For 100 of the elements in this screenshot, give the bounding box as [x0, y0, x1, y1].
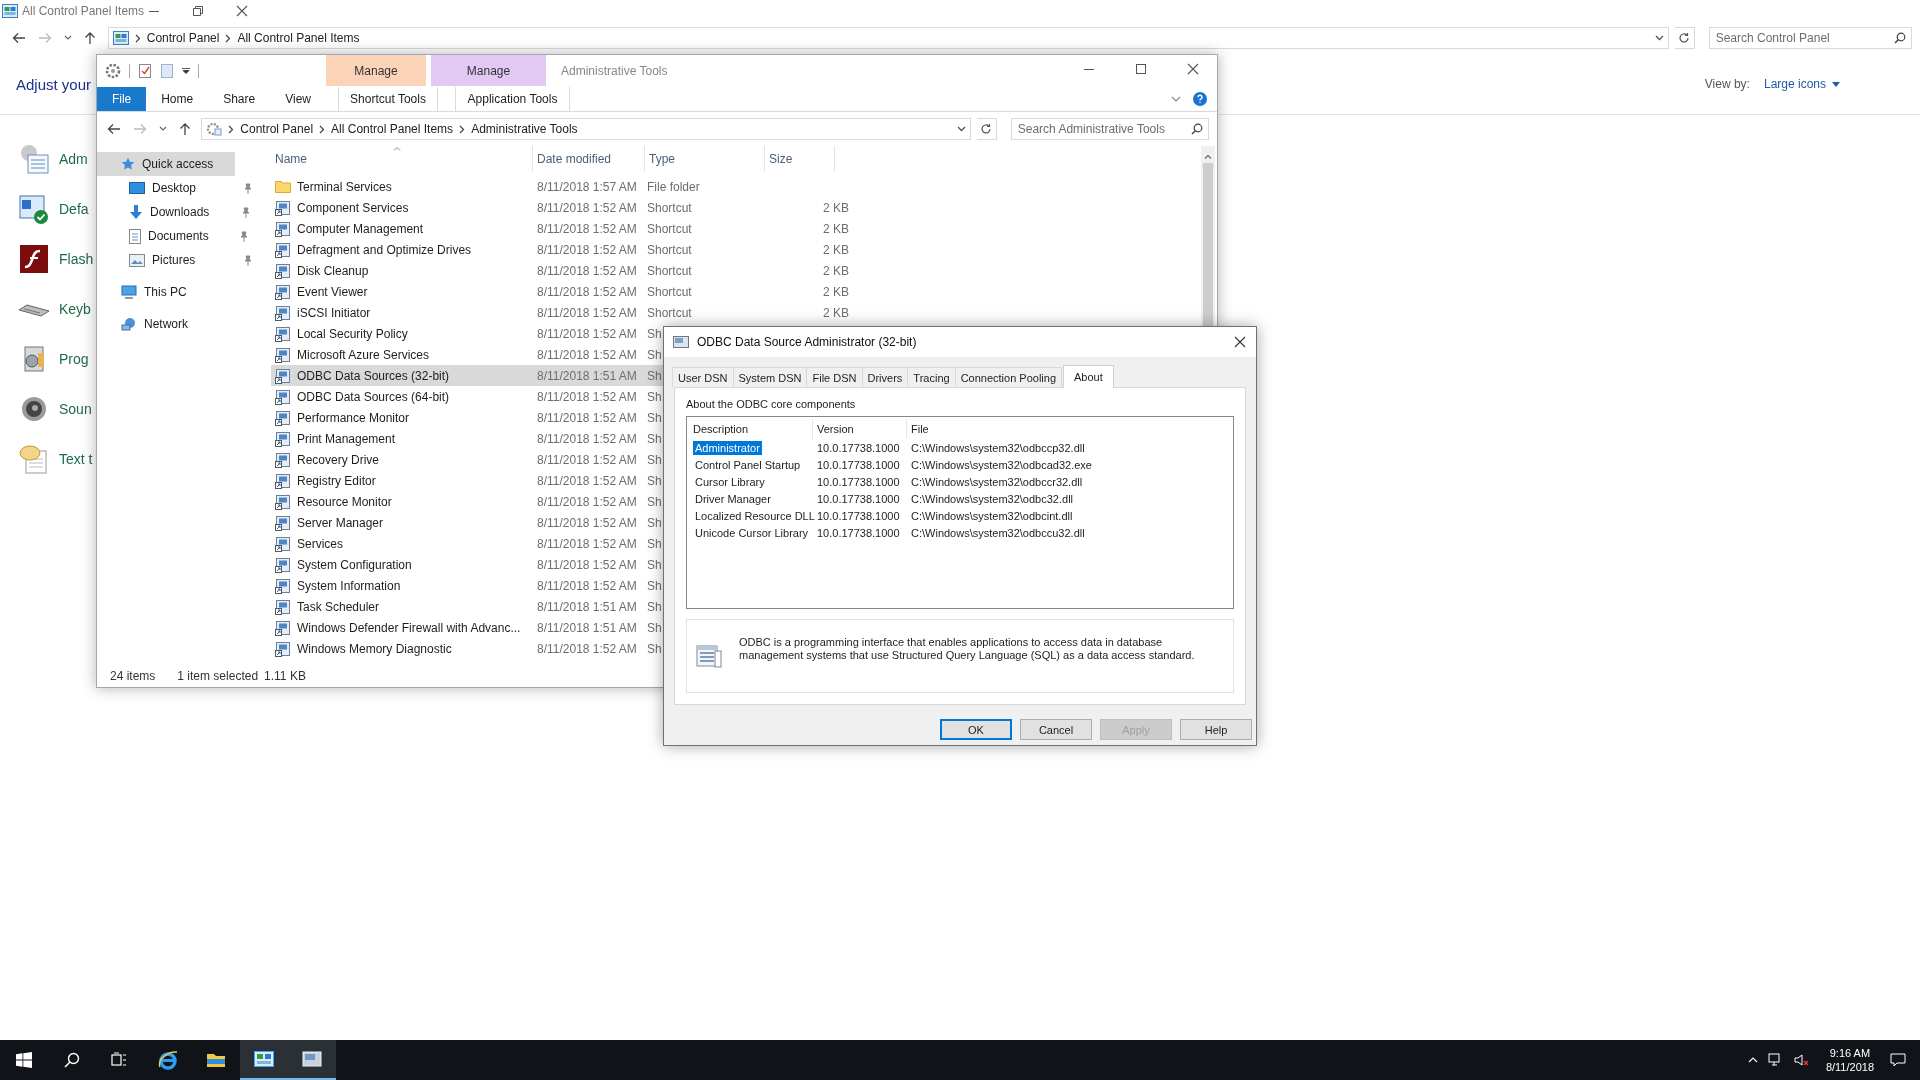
nav-item[interactable]: Pictures: [97, 248, 253, 272]
chevron-up-icon[interactable]: [1747, 1057, 1758, 1063]
tab[interactable]: Connection Pooling: [954, 367, 1063, 387]
table-cell-text: 8/11/2018 1:52 AM: [536, 200, 638, 215]
gear-icon[interactable]: [105, 63, 121, 79]
up-arrow-icon[interactable]: [84, 31, 96, 45]
tab[interactable]: About: [1063, 365, 1114, 388]
file-row[interactable]: Defragment and Optimize Drives 8/11/2018 1:52 AM Shortcut 2 KB: [271, 239, 851, 260]
file-row[interactable]: System Information 8/11/2018 1:52 AM Sh: [271, 575, 851, 596]
file-row[interactable]: Windows Defender Firewall with Advanc... 8/11/2018 1:51 AM Sh: [271, 617, 851, 638]
file-row[interactable]: Task Scheduler 8/11/2018 1:51 AM Sh: [271, 596, 851, 617]
clock-time: 9:16 AM: [1829, 1046, 1871, 1060]
breadcrumb-item[interactable]: Control Panel: [146, 31, 220, 45]
list-item[interactable]: Administrator: [693, 440, 762, 455]
dropdown-caret-icon[interactable]: [957, 126, 967, 132]
control-panel-icon: [112, 31, 129, 45]
close-icon[interactable]: [1234, 336, 1246, 348]
list-item[interactable]: Unicode Cursor Library: [693, 525, 811, 540]
file-tab[interactable]: File: [97, 87, 147, 111]
maximize-icon[interactable]: [1135, 63, 1147, 75]
taskbar-button[interactable]: [240, 1040, 288, 1080]
file-name: Local Security Policy: [297, 326, 408, 341]
address-bar[interactable]: Control Panel All Control Panel Items Administrative Tools: [201, 118, 972, 140]
view-by-dropdown[interactable]: Large icons: [1763, 77, 1840, 91]
dropdown-caret-icon[interactable]: [182, 68, 190, 74]
taskbar-button[interactable]: [288, 1040, 336, 1080]
applet-link[interactable]: Prog: [59, 351, 89, 367]
restore-icon[interactable]: [192, 5, 205, 17]
applet-link[interactable]: Text t: [59, 451, 93, 467]
ribbon-tab[interactable]: Shortcut Tools: [338, 87, 438, 111]
dropdown-caret-icon[interactable]: [1654, 35, 1664, 41]
column-header[interactable]: Version: [813, 419, 907, 439]
refresh-icon[interactable]: [1678, 32, 1691, 44]
dropdown-caret-icon[interactable]: [159, 126, 167, 132]
file-row[interactable]: iSCSI Initiator 8/11/2018 1:52 AM Shortcut 2 KB: [271, 302, 851, 323]
back-arrow-icon[interactable]: [12, 32, 26, 44]
file-row[interactable]: System Configuration 8/11/2018 1:52 AM Sh: [271, 554, 851, 575]
nav-item[interactable]: Desktop: [97, 176, 253, 200]
breadcrumb-item[interactable]: All Control Panel Items: [331, 122, 454, 136]
close-icon[interactable]: [236, 5, 249, 17]
list-item[interactable]: Cursor Library: [693, 474, 767, 489]
notification-icon[interactable]: [1890, 1053, 1906, 1067]
column-header[interactable]: File: [907, 419, 1207, 439]
refresh-icon[interactable]: [980, 123, 993, 135]
nav-item[interactable]: Quick access: [97, 152, 235, 176]
dialog-button[interactable]: OK: [940, 719, 1012, 740]
file-row[interactable]: Computer Management 8/11/2018 1:52 AM Shortcut 2 KB: [271, 218, 851, 239]
address-bar[interactable]: Control Panel All Control Panel Items: [107, 27, 1669, 49]
ribbon-tab[interactable]: Home: [146, 87, 209, 111]
dialog-button[interactable]: Help: [1180, 719, 1252, 740]
breadcrumb-item[interactable]: Administrative Tools: [471, 122, 578, 136]
ribbon-tab[interactable]: Application Tools: [455, 87, 570, 111]
up-arrow-icon[interactable]: [179, 122, 191, 136]
file-row[interactable]: Component Services 8/11/2018 1:52 AM Shortcut 2 KB: [271, 197, 851, 218]
list-item[interactable]: Localized Resource DLL: [693, 508, 817, 523]
scroll-up-icon[interactable]: [1204, 154, 1212, 159]
file-row[interactable]: Terminal Services 8/11/2018 1:57 AM File folder: [271, 176, 851, 197]
help-icon[interactable]: [1193, 92, 1207, 106]
search-icon[interactable]: [1894, 32, 1906, 44]
column-header[interactable]: Type: [645, 146, 765, 172]
control-panel-icon: [254, 1051, 274, 1067]
search-icon[interactable]: [1191, 123, 1203, 135]
applet-link[interactable]: Soun: [59, 401, 92, 417]
muted-speaker-icon[interactable]: [1793, 1053, 1810, 1067]
breadcrumb-item[interactable]: Control Panel: [240, 122, 314, 136]
ribbon-tab[interactable]: View: [270, 87, 326, 111]
tab[interactable]: Tracing: [907, 367, 956, 387]
gear-checklist-icon: [18, 143, 50, 175]
close-icon[interactable]: [1187, 63, 1199, 75]
back-arrow-icon[interactable]: [107, 123, 121, 135]
applet-link[interactable]: Adm: [59, 151, 88, 167]
dialog-button[interactable]: Cancel: [1020, 719, 1092, 740]
list-item[interactable]: Control Panel Startup: [693, 457, 803, 472]
applet-link[interactable]: Defa: [59, 201, 89, 217]
table-cell: Shortcut: [647, 221, 692, 236]
file-row[interactable]: Event Viewer 8/11/2018 1:52 AM Shortcut 2 KB: [271, 281, 851, 302]
clock[interactable]: 9:16 AM 8/11/2018: [1825, 1046, 1874, 1074]
column-header[interactable]: Description: [687, 419, 813, 439]
nav-item[interactable]: Downloads: [97, 200, 253, 224]
nav-item[interactable]: This PC: [97, 280, 253, 304]
dropdown-caret-icon[interactable]: [64, 35, 72, 41]
search-field[interactable]: Search Control Panel: [1708, 27, 1912, 49]
properties-check-icon[interactable]: [138, 63, 152, 79]
search-field[interactable]: Search Administrative Tools: [1010, 118, 1209, 140]
column-header[interactable]: Name: [271, 146, 533, 172]
ribbon-tab[interactable]: Share: [208, 87, 271, 111]
table-cell: Sh: [647, 641, 662, 656]
nav-item[interactable]: Network: [97, 312, 253, 336]
list-item[interactable]: Driver Manager: [693, 491, 773, 506]
nav-item[interactable]: Documents: [97, 224, 253, 248]
column-header[interactable]: Date modified: [533, 146, 645, 172]
column-header[interactable]: Size: [765, 146, 835, 172]
applet-link[interactable]: Keyb: [59, 301, 91, 317]
tab[interactable]: System DSN: [732, 367, 808, 387]
table-cell: Sh: [647, 347, 662, 362]
expand-ribbon-icon[interactable]: [1171, 96, 1181, 102]
breadcrumb-item[interactable]: All Control Panel Items: [237, 31, 360, 45]
tab[interactable]: User DSN: [672, 367, 734, 387]
applet-link[interactable]: Flash: [59, 251, 94, 267]
file-row[interactable]: Disk Cleanup 8/11/2018 1:52 AM Shortcut 2 KB: [271, 260, 851, 281]
